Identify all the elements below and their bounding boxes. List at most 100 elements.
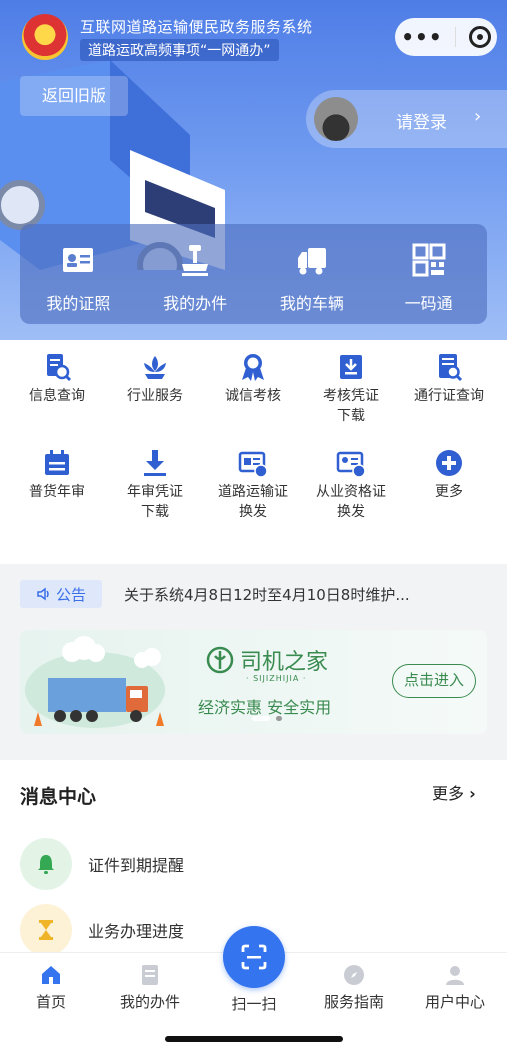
tab-my-cases[interactable]: 我的办件 [105, 963, 195, 1012]
service-grid: 信息查询 行业服务 诚信考核 考核凭证 下载 通行证查询 普货年审 年审凭证 下… [8, 352, 500, 540]
service-more[interactable]: 更多 [400, 448, 498, 540]
quick-label: 我的车辆 [279, 294, 344, 313]
plus-circle-icon [436, 450, 462, 476]
quick-one-code[interactable]: 一码通 [370, 224, 487, 324]
service-label: 诚信考核 [225, 388, 281, 404]
home-icon [42, 966, 60, 984]
close-target-icon[interactable] [468, 26, 491, 48]
stamp-icon [182, 245, 209, 276]
announcement-text: 关于系统4月8日12时至4月10日8时维护... [124, 585, 410, 604]
brand-english: · SIJIZHIJIA · [246, 674, 307, 683]
carousel-indicator [252, 716, 282, 721]
qualification-cert-icon [336, 451, 366, 478]
compass-icon [344, 965, 364, 985]
tab-label: 扫一扫 [231, 995, 277, 1013]
driver-home-banner[interactable]: 司机之家 · SIJIZHIJIA · 经济实惠 安全实用 点击进入 [20, 630, 487, 734]
service-industry[interactable]: 行业服务 [106, 352, 204, 444]
truck-scene-illustration [25, 636, 165, 728]
message-more-link[interactable]: 更多 › [432, 780, 476, 804]
tab-user-center[interactable]: 用户中心 [410, 963, 500, 1012]
message-center-title: 消息中心 [20, 786, 97, 808]
return-old-version-button[interactable]: 返回旧版 [20, 76, 128, 116]
quick-my-cases[interactable]: 我的办件 [137, 224, 254, 324]
announcement-bar[interactable]: 公告 关于系统4月8日12时至4月10日8时维护... [20, 580, 507, 608]
quick-label: 一码通 [404, 294, 453, 313]
service-row: 信息查询 行业服务 诚信考核 考核凭证 下载 通行证查询 [8, 352, 500, 444]
message-item-progress[interactable]: 业务办理进度 [20, 904, 184, 956]
service-label: 考核凭证 下载 [323, 388, 379, 424]
hourglass-icon-badge [20, 904, 72, 956]
driver-home-logo-icon [206, 646, 234, 674]
service-label: 年审凭证 下载 [127, 484, 183, 520]
carousel-dot [252, 716, 270, 721]
id-card-icon [63, 248, 94, 272]
service-general-cargo-review[interactable]: 普货年审 [8, 448, 106, 540]
document-search-icon [47, 354, 72, 382]
quick-my-certificates[interactable]: 我的证照 [20, 224, 137, 324]
quick-my-vehicles[interactable]: 我的车辆 [254, 224, 371, 324]
bell-icon-badge [20, 838, 72, 890]
more-label: 更多 [432, 784, 465, 803]
pass-search-icon [439, 354, 463, 382]
home-indicator [165, 1036, 343, 1042]
login-button[interactable]: 请登录 › [306, 90, 507, 148]
tab-label: 首页 [35, 993, 66, 1011]
hourglass-icon [39, 920, 53, 940]
document-list-icon [142, 965, 158, 985]
login-label: 请登录 [396, 113, 447, 133]
service-qualification-renewal[interactable]: 从业资格证 换发 [302, 448, 400, 540]
download-box-icon [340, 355, 362, 379]
avatar [314, 97, 358, 141]
service-info-query[interactable]: 信息查询 [8, 352, 106, 444]
service-label: 从业资格证 换发 [316, 484, 386, 520]
tab-service-guide[interactable]: 服务指南 [309, 963, 399, 1012]
service-pass-query[interactable]: 通行证查询 [400, 352, 498, 444]
message-label: 业务办理进度 [88, 922, 185, 941]
message-label: 证件到期提醒 [88, 856, 185, 875]
chevron-right-icon: › [469, 784, 476, 803]
tab-scan[interactable]: 扫一扫 [209, 989, 299, 1014]
transport-cert-icon [238, 451, 268, 478]
bell-icon [38, 855, 54, 874]
national-emblem-icon [22, 14, 68, 60]
quick-label: 我的证照 [46, 294, 111, 313]
speaker-icon [37, 587, 49, 601]
qr-code-icon [412, 243, 446, 277]
service-label: 行业服务 [127, 388, 183, 404]
driver-home-brand: 司机之家 [206, 644, 328, 676]
message-item-expiry[interactable]: 证件到期提醒 [20, 838, 184, 890]
more-dots-icon[interactable]: ••• [401, 25, 442, 49]
capsule-divider [455, 27, 457, 47]
service-label: 通行证查询 [414, 388, 484, 404]
quick-label: 我的办件 [163, 294, 228, 313]
mini-program-capsule: ••• [395, 18, 497, 56]
truck-icon [297, 248, 326, 275]
system-title: 互联网道路运输便民政务服务系统 [80, 18, 313, 36]
service-label: 更多 [435, 484, 463, 500]
service-row: 普货年审 年审凭证 下载 道路运输证 换发 从业资格证 换发 更多 [8, 448, 500, 540]
medal-icon [242, 354, 264, 381]
tab-home[interactable]: 首页 [6, 963, 96, 1012]
service-assessment-download[interactable]: 考核凭证 下载 [302, 352, 400, 444]
calendar-icon [45, 450, 69, 475]
scan-icon [241, 944, 267, 970]
service-label: 道路运输证 换发 [218, 484, 288, 520]
tab-label: 服务指南 [323, 993, 384, 1011]
tab-label: 用户中心 [424, 993, 485, 1011]
service-label: 信息查询 [29, 388, 85, 404]
brand-name: 司机之家 [240, 650, 329, 675]
announcement-tag: 公告 [20, 580, 102, 608]
service-label: 普货年审 [29, 484, 85, 500]
chevron-right-icon: › [474, 106, 482, 127]
banner-slogan: 经济实惠 安全实用 [198, 698, 332, 717]
service-credit-assessment[interactable]: 诚信考核 [204, 352, 302, 444]
enter-button[interactable]: 点击进入 [392, 664, 476, 698]
scan-button[interactable] [223, 926, 285, 988]
download-icon [144, 450, 166, 476]
lotus-icon [144, 356, 166, 379]
system-subtitle: 道路运政高频事项“一网通办” [80, 39, 279, 61]
service-review-cert-download[interactable]: 年审凭证 下载 [106, 448, 204, 540]
quick-actions-bar: 我的证照 我的办件 我的车辆 一码通 [20, 224, 487, 324]
tab-label: 我的办件 [119, 993, 180, 1011]
service-transport-cert-renewal[interactable]: 道路运输证 换发 [204, 448, 302, 540]
